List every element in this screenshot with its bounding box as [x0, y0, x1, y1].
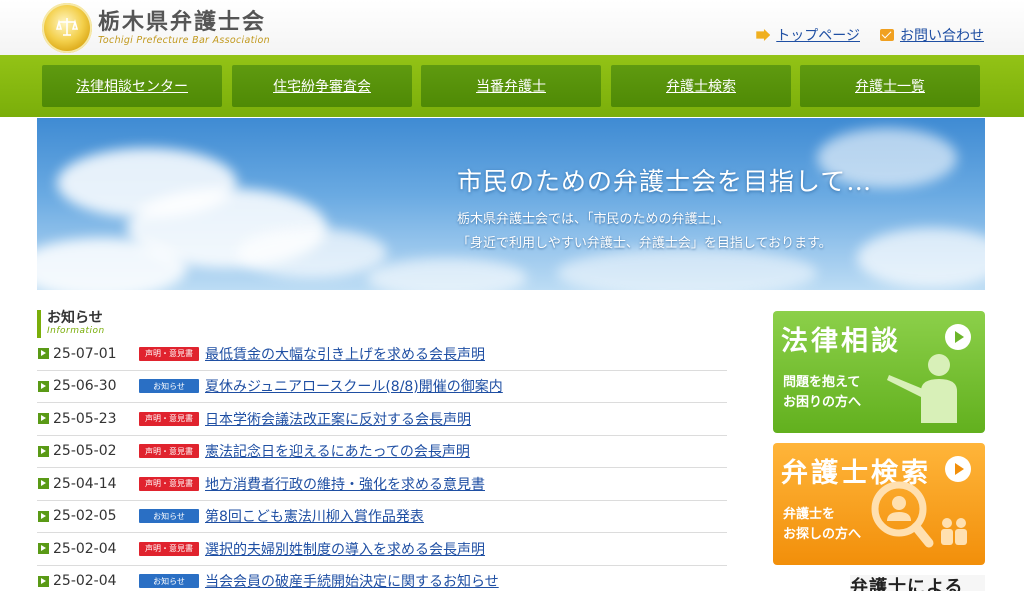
person-pointing-icon [887, 354, 957, 423]
site-header: 栃木県弁護士会 Tochigi Prefecture Bar Associati… [0, 0, 1024, 55]
news-date: 25-02-05 [53, 508, 117, 525]
arrow-right-icon [38, 380, 49, 392]
hero-text-line-1: 栃木県弁護士会では、「市民のための弁護士」、 [457, 212, 731, 227]
news-link[interactable]: 憲法記念日を迎えるにあたっての会長声明 [205, 441, 470, 461]
arrow-right-icon [38, 478, 49, 490]
category-badge: 声明・意見書 [139, 541, 199, 556]
category-badge: 声明・意見書 [139, 476, 199, 491]
hero-text-line-2: 「身近で利用しやすい弁護士、弁護士会」を目指しております。 [457, 236, 832, 251]
arrow-icon [756, 29, 771, 41]
news-item: 25-06-30 お知らせ 夏休みジュニアロースクール(8/8)開催の御案内 [37, 371, 727, 403]
main-nav: 法律相談センター 住宅紛争審査会 当番弁護士 弁護士検索 弁護士一覧 [0, 55, 1024, 117]
go-arrow-icon [945, 324, 971, 350]
arrow-right-icon [38, 348, 49, 360]
nav-lawyer-search[interactable]: 弁護士検索 [611, 65, 791, 107]
scales-icon [55, 18, 79, 36]
news-date: 25-02-04 [53, 540, 117, 557]
nav-lawyer-list[interactable]: 弁護士一覧 [800, 65, 980, 107]
arrow-right-icon [38, 413, 49, 425]
arrow-right-icon [38, 510, 49, 522]
category-badge: お知らせ [139, 509, 199, 524]
top-page-link[interactable]: トップページ [756, 25, 860, 45]
nav-housing-dispute-board[interactable]: 住宅紛争審査会 [232, 65, 412, 107]
news-date: 25-04-14 [53, 475, 117, 492]
news-item: 25-02-05 お知らせ 第8回こども憲法川柳入賞作品発表 [37, 501, 727, 533]
category-badge: お知らせ [139, 574, 199, 589]
hero-title: 市民のための弁護士会を目指して… [457, 167, 873, 196]
news-date: 25-02-04 [53, 573, 117, 590]
news-title: お知らせ [47, 310, 103, 326]
news-date: 25-06-30 [53, 378, 117, 395]
news-date: 25-07-01 [53, 345, 117, 362]
news-date: 25-05-23 [53, 410, 117, 427]
arrow-right-icon [38, 445, 49, 457]
arrow-right-icon [38, 543, 49, 555]
news-item: 25-05-23 声明・意見書 日本学術会議法改正案に反対する会長声明 [37, 403, 727, 436]
top-page-label: トップページ [776, 28, 860, 44]
magnifier-person-icon [871, 481, 967, 548]
category-badge: 声明・意見書 [139, 444, 199, 459]
news-link[interactable]: 夏休みジュニアロースクール(8/8)開催の御案内 [205, 376, 503, 396]
site-logo[interactable]: 栃木県弁護士会 Tochigi Prefecture Bar Associati… [42, 3, 270, 53]
news-item: 25-02-04 声明・意見書 選択的夫婦別姓制度の導入を求める会長声明 [37, 533, 727, 566]
news-link[interactable]: 当会会員の破産手続開始決定に関するお知らせ [205, 571, 499, 591]
news-link[interactable]: 日本学術会議法改正案に反対する会長声明 [205, 409, 471, 429]
legal-consultation-line-2: お困りの方へ [783, 395, 862, 410]
lawyer-search-banner[interactable]: 弁護士検索 弁護士を お探しの方へ [773, 443, 985, 565]
bar-association-seal-icon [42, 3, 92, 53]
news-date: 25-05-02 [53, 443, 117, 460]
lawyer-search-line-2: お探しの方へ [783, 527, 862, 542]
nav-duty-lawyer[interactable]: 当番弁護士 [421, 65, 601, 107]
nav-legal-consultation-center[interactable]: 法律相談センター [42, 65, 222, 107]
contact-label: お問い合わせ [900, 28, 984, 44]
news-item: 25-07-01 声明・意見書 最低賃金の大幅な引き上げを求める会長声明 [37, 338, 727, 371]
news-heading: お知らせ Information [37, 310, 105, 338]
category-badge: 声明・意見書 [139, 346, 199, 361]
category-badge: 声明・意見書 [139, 411, 199, 426]
arrow-right-icon [38, 575, 49, 587]
org-name-en: Tochigi Prefecture Bar Association [98, 35, 270, 46]
news-link[interactable]: 地方消費者行政の維持・強化を求める意見書 [205, 474, 485, 494]
legal-consultation-line-1: 問題を抱えて [783, 375, 861, 390]
news-link[interactable]: 選択的夫婦別姓制度の導入を求める会長声明 [205, 539, 485, 559]
news-list: 25-07-01 声明・意見書 最低賃金の大幅な引き上げを求める会長声明 25-… [37, 338, 727, 591]
contact-link[interactable]: お問い合わせ [880, 25, 984, 45]
bottom-banner-title[interactable]: 弁護士による [850, 575, 985, 591]
news-subtitle: Information [47, 326, 105, 336]
news-link[interactable]: 第8回こども憲法川柳入賞作品発表 [205, 506, 424, 526]
news-link[interactable]: 最低賃金の大幅な引き上げを求める会長声明 [205, 344, 485, 364]
news-item: 25-04-14 声明・意見書 地方消費者行政の維持・強化を求める意見書 [37, 468, 727, 501]
category-badge: お知らせ [139, 379, 199, 394]
header-links: トップページ お問い合わせ [756, 25, 984, 45]
org-name-jp: 栃木県弁護士会 [98, 9, 267, 35]
news-item: 25-05-02 声明・意見書 憲法記念日を迎えるにあたっての会長声明 [37, 436, 727, 468]
news-item: 25-02-04 お知らせ 当会会員の破産手続開始決定に関するお知らせ [37, 566, 727, 591]
mail-icon [880, 29, 894, 41]
hero-banner: 市民のための弁護士会を目指して… 栃木県弁護士会では、「市民のための弁護士」、 … [37, 118, 985, 290]
legal-consultation-banner[interactable]: 法律相談 問題を抱えて お困りの方へ [773, 311, 985, 433]
lawyer-search-line-1: 弁護士を [783, 507, 836, 522]
